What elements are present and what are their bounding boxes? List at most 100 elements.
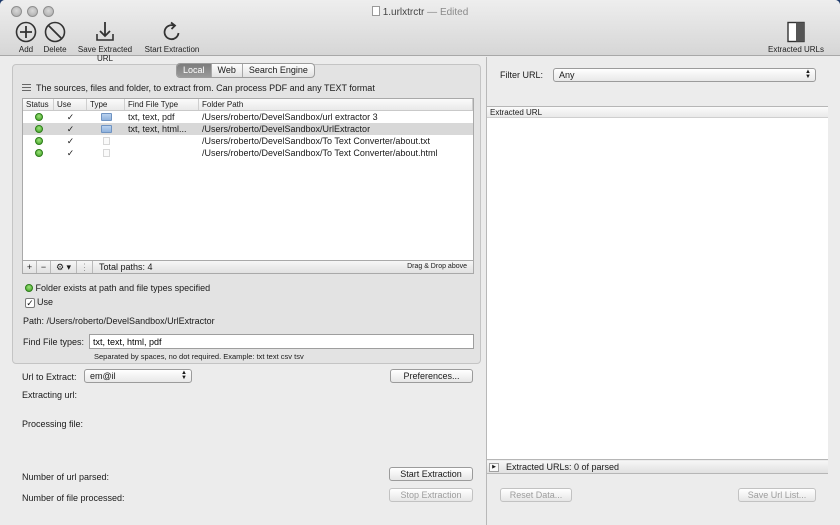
- extracted-urls-toggle[interactable]: Extracted URLs: [766, 21, 826, 54]
- filter-url-label: Filter URL:: [500, 70, 544, 80]
- drag-drop-hint: Drag & Drop above: [407, 263, 467, 270]
- use-checkbox-row[interactable]: ✓ Use: [25, 297, 53, 308]
- total-paths: Total paths: 4: [99, 261, 153, 273]
- tab-web[interactable]: Web: [210, 64, 242, 77]
- url-to-extract-value: em@il: [90, 371, 116, 381]
- preferences-button[interactable]: Preferences...: [390, 369, 473, 383]
- sources-info-text: The sources, files and folder, to extrac…: [36, 83, 375, 93]
- save-url-list-button[interactable]: Save Url List...: [738, 488, 816, 502]
- sources-info: The sources, files and folder, to extrac…: [22, 83, 375, 93]
- extracted-url-header[interactable]: Extracted URL: [487, 107, 828, 118]
- app-window: 1.urlxtrctr — Edited Add Delete Save Ext…: [0, 0, 840, 525]
- find-file-type-cell: txt, text, pdf: [128, 112, 175, 122]
- header-status[interactable]: Status: [23, 99, 54, 110]
- tab-local[interactable]: Local: [177, 64, 211, 77]
- extracting-url-label: Extracting url:: [22, 390, 78, 400]
- toolbar: 1.urlxtrctr — Edited Add Delete Save Ext…: [0, 0, 840, 63]
- tab-search-engine[interactable]: Search Engine: [241, 64, 314, 77]
- start-extraction-toolbar-button[interactable]: Start Extraction: [143, 21, 201, 54]
- split-view-icon: [787, 21, 805, 43]
- save-extracted-url-label: Save Extracted URL: [77, 45, 133, 63]
- number-of-url-parsed-label: Number of url parsed:: [22, 472, 110, 482]
- start-extraction-button[interactable]: Start Extraction: [389, 467, 473, 481]
- add-path-button[interactable]: +: [23, 261, 37, 273]
- use-checkbox[interactable]: ✓: [25, 298, 35, 308]
- table-row[interactable]: ✓ txt, text, pdf /Users/roberto/DevelSan…: [23, 111, 473, 123]
- header-type[interactable]: Type: [87, 99, 125, 110]
- remove-path-button[interactable]: −: [37, 261, 51, 273]
- filter-url-value: Any: [559, 70, 575, 80]
- add-button[interactable]: Add: [10, 21, 42, 54]
- extracted-url-list[interactable]: Extracted URL: [487, 106, 828, 460]
- use-check[interactable]: ✓: [54, 135, 87, 147]
- title-separator: —: [427, 7, 438, 18]
- use-check[interactable]: ✓: [54, 147, 87, 159]
- play-icon[interactable]: ▶: [489, 463, 499, 472]
- extracted-count: Extracted URLs: 0 of parsed: [506, 462, 620, 472]
- path-status-text: Folder exists at path and file types spe…: [35, 283, 211, 293]
- stop-extraction-button[interactable]: Stop Extraction: [389, 488, 473, 502]
- list-icon: [22, 84, 31, 91]
- file-icon: [102, 137, 110, 145]
- folder-icon: [100, 113, 112, 121]
- sources-table: Status Use Type Find File Type Folder Pa…: [22, 98, 474, 261]
- table-row[interactable]: ✓ /Users/roberto/DevelSandbox/To Text Co…: [23, 147, 473, 159]
- total-paths-text: Total paths: 4: [99, 262, 153, 272]
- resize-handle-icon[interactable]: ⋮: [77, 261, 93, 273]
- folder-path-cell: /Users/roberto/DevelSandbox/url extracto…: [202, 112, 378, 122]
- use-label: Use: [37, 297, 54, 307]
- updown-arrows-icon: ▲ ▼: [805, 69, 811, 80]
- folder-path-cell: /Users/roberto/DevelSandbox/UrlExtractor: [202, 124, 371, 134]
- folder-path-cell: /Users/roberto/DevelSandbox/To Text Conv…: [202, 136, 430, 146]
- document-icon: [371, 6, 380, 16]
- file-icon: [102, 149, 110, 157]
- table-footer: + − ⚙ ▾ ⋮ Total paths: 4 Drag & Drop abo…: [22, 261, 474, 274]
- use-check[interactable]: ✓: [54, 111, 87, 123]
- url-to-extract-label: Url to Extract:: [22, 372, 77, 382]
- header-find-file-type[interactable]: Find File Type: [125, 99, 199, 110]
- path-label: Path:: [23, 316, 45, 326]
- url-to-extract-select[interactable]: em@il ▲ ▼: [84, 369, 192, 383]
- add-label: Add: [18, 45, 34, 54]
- delete-button[interactable]: Delete: [40, 21, 70, 54]
- processing-file-label: Processing file:: [22, 419, 84, 429]
- document-name: 1.urlxtrctr: [382, 7, 425, 18]
- save-extracted-url-button[interactable]: Save Extracted URL: [70, 21, 140, 63]
- plus-circle-icon: [15, 21, 37, 43]
- folder-icon: [100, 125, 112, 133]
- source-tabs: Local Web Search Engine: [176, 63, 315, 78]
- header-folder-path[interactable]: Folder Path: [199, 99, 473, 110]
- table-header: Status Use Type Find File Type Folder Pa…: [23, 99, 473, 111]
- gear-menu-button[interactable]: ⚙ ▾: [51, 261, 77, 273]
- reset-data-button[interactable]: Reset Data...: [500, 488, 572, 502]
- header-use[interactable]: Use: [54, 99, 87, 110]
- find-file-type-cell: [125, 135, 199, 147]
- results-footer: ▶ Extracted URLs: 0 of parsed: [487, 461, 828, 474]
- filter-url-select[interactable]: Any ▲ ▼: [553, 68, 816, 82]
- edited-indicator: Edited: [439, 7, 469, 18]
- table-row[interactable]: ✓ txt, text, html... /Users/roberto/Deve…: [23, 123, 473, 135]
- status-ok-icon: [34, 125, 43, 133]
- path-status: Folder exists at path and file types spe…: [25, 283, 210, 293]
- status-ok-icon: [34, 149, 43, 157]
- updown-arrows-icon: ▲ ▼: [181, 370, 187, 381]
- number-of-file-processed-label: Number of file processed:: [22, 493, 125, 503]
- folder-path-cell: /Users/roberto/DevelSandbox/To Text Conv…: [202, 148, 438, 158]
- find-file-types-label: Find File types:: [23, 337, 85, 347]
- download-tray-icon: [96, 22, 114, 41]
- use-check[interactable]: ✓: [54, 123, 87, 135]
- extracted-urls-label: Extracted URLs: [767, 45, 825, 54]
- find-file-types-input[interactable]: [89, 334, 474, 349]
- window-title: 1.urlxtrctr — Edited: [0, 6, 840, 18]
- path-row: Path: /Users/roberto/DevelSandbox/UrlExt…: [23, 316, 215, 326]
- table-row[interactable]: ✓ /Users/roberto/DevelSandbox/To Text Co…: [23, 135, 473, 147]
- path-value: /Users/roberto/DevelSandbox/UrlExtractor: [46, 316, 215, 326]
- start-extraction-label: Start Extraction: [144, 45, 200, 54]
- find-file-type-cell: [125, 147, 199, 159]
- find-file-type-cell: txt, text, html...: [128, 124, 187, 134]
- status-ok-icon: [34, 113, 43, 121]
- refresh-icon: [163, 21, 180, 41]
- delete-label: Delete: [43, 45, 67, 54]
- delete-icon: [44, 21, 66, 43]
- find-file-types-hint: Separated by spaces, no dot required. Ex…: [94, 352, 304, 361]
